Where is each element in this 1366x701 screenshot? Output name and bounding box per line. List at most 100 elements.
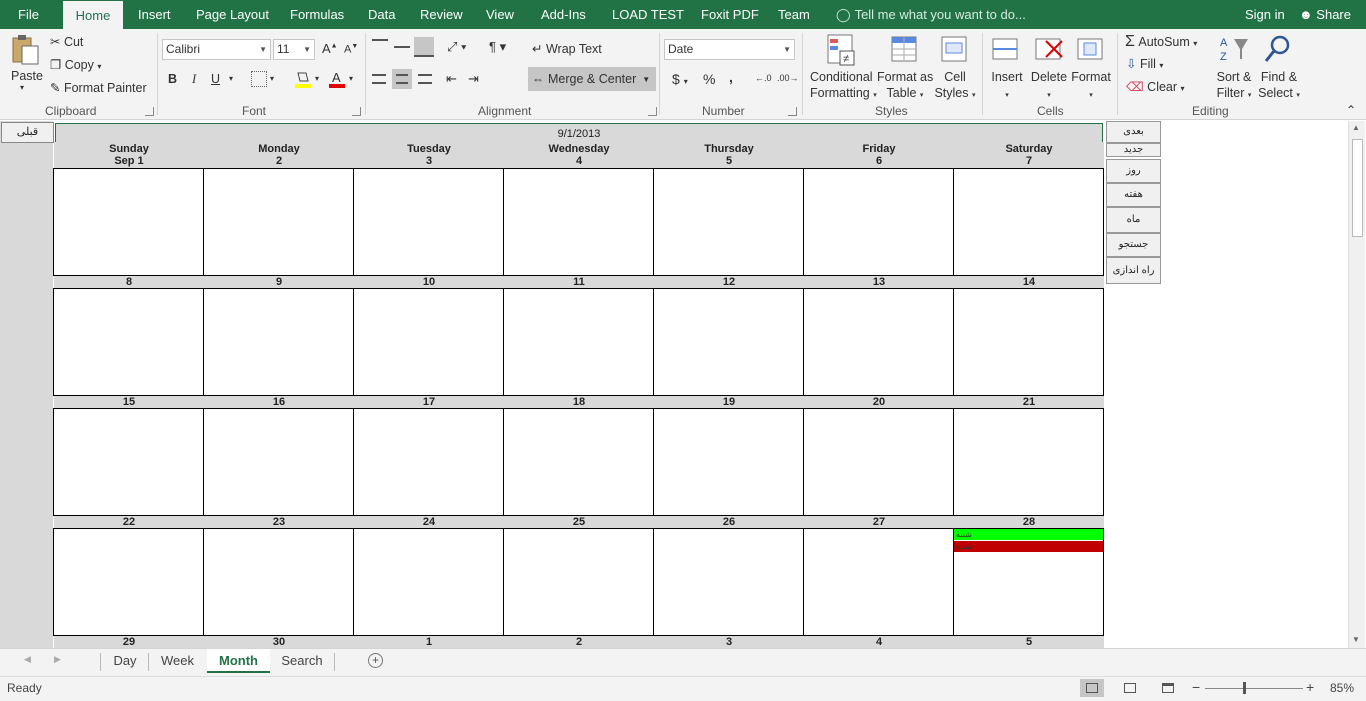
tell-me-box[interactable]: ◯ Tell me what you want to do... (836, 0, 1026, 29)
calendar-day-cell[interactable] (53, 288, 204, 396)
calendar-day-cell[interactable] (803, 528, 954, 636)
font-size-combo[interactable]: 11 ▼ (273, 39, 315, 60)
calendar-day-cell[interactable] (503, 528, 654, 636)
calendar-day-cell[interactable] (653, 408, 804, 516)
calendar-day-cell[interactable]: شنبه شنبه (953, 528, 1104, 636)
grow-font-button[interactable]: A▲ (322, 41, 338, 56)
add-sheet-icon[interactable]: + (368, 653, 383, 668)
tab-add-ins[interactable]: Add-Ins (541, 0, 586, 29)
format-cells-button[interactable]: Format ▾ (1071, 69, 1111, 104)
vertical-scrollbar[interactable]: ▲ ▼ (1348, 121, 1365, 648)
tab-formulas[interactable]: Formulas (290, 0, 344, 29)
tab-file[interactable]: File (0, 0, 57, 29)
calendar-day-cell[interactable] (653, 288, 804, 396)
underline-dropdown-icon[interactable]: ▾ (229, 74, 233, 83)
font-name-combo[interactable]: Calibri ▼ (162, 39, 271, 60)
delete-cells-button[interactable]: Delete ▾ (1030, 69, 1068, 104)
calendar-day-cell[interactable] (503, 288, 654, 396)
borders-icon[interactable] (251, 71, 267, 87)
cut-button[interactable]: ✂ Cut (50, 34, 83, 49)
calendar-day-cell[interactable] (653, 528, 804, 636)
calendar-day-cell[interactable] (353, 288, 504, 396)
decrease-indent-icon[interactable]: ⇤ (446, 71, 457, 87)
calendar-day-cell[interactable] (203, 408, 354, 516)
currency-button[interactable]: $ ▾ (672, 71, 688, 87)
paste-button[interactable]: Paste (11, 69, 43, 83)
new-button[interactable]: جدید (1106, 143, 1161, 157)
calendar-day-cell[interactable] (953, 408, 1104, 516)
sheet-tab-day[interactable]: Day (103, 649, 147, 673)
day-view-button[interactable]: روز (1106, 159, 1161, 183)
event-bar[interactable]: شنبه (954, 529, 1103, 540)
event-bar[interactable]: شنبه (954, 541, 1103, 552)
tab-insert[interactable]: Insert (138, 0, 171, 29)
format-painter-button[interactable]: ✎ Format Painter (50, 80, 147, 95)
fill-button[interactable]: ⇩ Fill ▾ (1126, 56, 1163, 71)
calendar-day-cell[interactable] (803, 408, 954, 516)
cell-styles-button[interactable]: Cell Styles ▾ (934, 69, 976, 104)
zoom-out-icon[interactable]: − (1192, 679, 1200, 695)
scroll-down-icon[interactable]: ▼ (1352, 635, 1360, 644)
week-view-button[interactable]: هفته (1106, 183, 1161, 207)
calendar-day-cell[interactable] (503, 408, 654, 516)
increase-decimal-button[interactable]: ←.0 (755, 73, 772, 83)
autosum-button[interactable]: Σ AutoSum ▾ (1125, 33, 1197, 51)
fill-color-dropdown-icon[interactable]: ▾ (315, 74, 319, 83)
fill-color-icon[interactable] (294, 69, 312, 89)
font-color-icon[interactable]: A (328, 69, 346, 89)
worksheet-grid[interactable]: قبلی 9/1/2013 Sunday Sep 1 Monday 2 Tuesda… (0, 121, 1343, 648)
calendar-day-cell[interactable] (53, 408, 204, 516)
paragraph-direction-icon[interactable]: ¶ ▾ (489, 39, 506, 55)
find-select-button[interactable]: Find & Select ▾ (1256, 69, 1302, 104)
tab-team[interactable]: Team (778, 0, 810, 29)
scrollbar-thumb[interactable] (1352, 139, 1363, 237)
search-button[interactable]: جستجو (1106, 233, 1161, 257)
alignment-launcher-icon[interactable] (648, 107, 657, 116)
calendar-day-cell[interactable] (203, 288, 354, 396)
sheet-tab-search[interactable]: Search (272, 649, 332, 673)
sheet-tab-week[interactable]: Week (150, 649, 205, 673)
clipboard-launcher-icon[interactable] (145, 107, 154, 116)
percent-button[interactable]: % (703, 71, 715, 87)
tab-review[interactable]: Review (420, 0, 463, 29)
wrap-text-button[interactable]: ↵ Wrap Text (532, 41, 602, 56)
next-button[interactable]: بعدی (1106, 121, 1161, 143)
scroll-up-icon[interactable]: ▲ (1352, 123, 1360, 132)
normal-view-icon[interactable] (1080, 679, 1104, 697)
borders-dropdown-icon[interactable]: ▾ (270, 74, 274, 83)
page-break-view-icon[interactable] (1162, 683, 1174, 693)
scroll-tabs-right-icon[interactable]: ▶ (54, 654, 61, 665)
align-left-icon[interactable] (372, 74, 386, 84)
tab-foxit-pdf[interactable]: Foxit PDF (701, 0, 759, 29)
zoom-slider[interactable] (1205, 688, 1303, 689)
scroll-tabs-left-icon[interactable]: ◀ (24, 654, 31, 665)
sort-filter-button[interactable]: Sort & Filter ▾ (1214, 69, 1254, 104)
month-view-button[interactable]: ماه (1106, 207, 1161, 233)
calendar-day-cell[interactable] (953, 288, 1104, 396)
calendar-day-cell[interactable] (803, 288, 954, 396)
sign-in-link[interactable]: Sign in (1245, 0, 1285, 29)
calendar-day-cell[interactable] (653, 168, 804, 276)
setup-button[interactable]: راه اندازی (1106, 257, 1161, 284)
increase-indent-icon[interactable]: ⇥ (468, 71, 479, 87)
merge-center-button[interactable]: ⇔ Merge & Center ▼ (528, 67, 656, 91)
zoom-slider-thumb[interactable] (1243, 682, 1246, 694)
calendar-day-cell[interactable] (203, 168, 354, 276)
shrink-font-button[interactable]: A▼ (344, 43, 358, 56)
calendar-title-cell[interactable]: 9/1/2013 (55, 123, 1103, 143)
number-format-combo[interactable]: Date ▼ (664, 39, 795, 60)
italic-button[interactable]: I (192, 72, 196, 87)
bold-button[interactable]: B (168, 72, 177, 86)
clear-button[interactable]: ⌫ Clear ▾ (1126, 79, 1185, 94)
calendar-day-cell[interactable] (353, 168, 504, 276)
calendar-day-cell[interactable] (353, 408, 504, 516)
calendar-day-cell[interactable] (803, 168, 954, 276)
previous-button[interactable]: قبلی (1, 122, 54, 143)
font-launcher-icon[interactable] (352, 107, 361, 116)
calendar-day-cell[interactable] (953, 168, 1104, 276)
calendar-day-cell[interactable] (353, 528, 504, 636)
paste-dropdown-icon[interactable]: ▾ (20, 83, 24, 92)
orientation-icon[interactable]: ⤢ ▾ (447, 39, 466, 55)
decrease-decimal-button[interactable]: .00→ (777, 73, 799, 83)
calendar-day-cell[interactable] (53, 528, 204, 636)
